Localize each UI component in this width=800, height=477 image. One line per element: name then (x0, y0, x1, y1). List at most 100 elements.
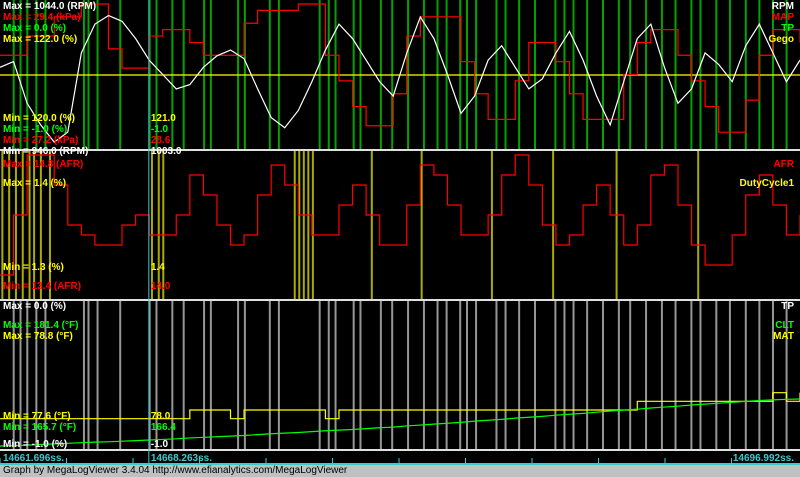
dutycycle-spike (697, 151, 700, 299)
tp-spike-panel-3 (617, 301, 620, 449)
dutycycle-spike (298, 151, 301, 299)
dutycycle-spike (14, 151, 17, 299)
time-label-cursor: 14668.263ss. (150, 453, 213, 464)
tp-spike-panel-3 (758, 301, 761, 449)
cursor-value-tp-p3: -1.0 (150, 439, 169, 450)
tp-spike-panel-3 (87, 301, 90, 449)
max-label-afr: Max = 14.8 (AFR) (3, 159, 84, 170)
max-label-rpm: Max = 1044.0 (RPM) (3, 1, 97, 12)
tp-spike-panel-3 (436, 301, 439, 449)
dutycycle-spike (162, 151, 165, 299)
dutycycle-spike (33, 151, 36, 299)
cursor-value-mat: 78.0 (150, 411, 171, 422)
tp-spike-panel-3 (586, 301, 589, 449)
tp-spike-panel-3 (629, 301, 632, 449)
footer-credit: Graph by MegaLogViewer 3.4.04 http://www… (0, 465, 800, 477)
tp-spike-panel-3 (533, 301, 536, 449)
tp-spike-panel-3 (82, 301, 85, 449)
dutycycle-spike (302, 151, 305, 299)
tp-spike-panel-3 (744, 301, 747, 449)
min-label-rpm: Min = 946.0 (RPM) (3, 146, 89, 157)
min-label-mat: Min = 77.6 (°F) (3, 411, 71, 422)
tp-spike-panel-3 (359, 301, 362, 449)
legend-dutycycle1: DutyCycle1 (739, 178, 794, 189)
tp-spike-panel-3 (495, 301, 498, 449)
tp-spike-panel-3 (237, 301, 240, 449)
tp-spike-panel-3 (459, 301, 462, 449)
tp-spike-panel-3 (771, 301, 774, 449)
cursor-value-afr: 14.0 (150, 281, 171, 292)
max-label-dutycycle1: Max = 1.4 (%) (3, 178, 67, 189)
max-label-tp: Max = 0.0 (%) (3, 23, 67, 34)
time-label-end: 14696.992ss. (732, 453, 794, 464)
tp-spike-panel-3 (699, 301, 702, 449)
tp-spike-panel-3 (209, 301, 212, 449)
tp-spike-panel-3 (572, 301, 575, 449)
tp-spike-panel-3 (660, 301, 663, 449)
max-label-mat-p3: Max = 78.8 (°F) (3, 331, 73, 342)
cursor-value-map: 28.6 (150, 135, 171, 146)
min-label-gego: Min = 120.0 (%) (3, 113, 75, 124)
tp-spike-panel-3 (504, 301, 507, 449)
dutycycle-spike (420, 151, 423, 299)
min-label-afr: Min = 13.4 (AFR) (3, 281, 82, 292)
min-label-dutycycle1: Min = 1.3 (%) (3, 262, 64, 273)
tp-spike-panel-3 (334, 301, 337, 449)
tp-spike-panel-3 (243, 301, 246, 449)
max-label-gego: Max = 122.0 (%) (3, 34, 78, 45)
tp-spike-panel-3 (352, 301, 355, 449)
dutycycle-spike (370, 151, 373, 299)
legend-tp-p3: TP (781, 301, 794, 312)
tp-spike-panel-3 (96, 301, 99, 449)
tp-spike-panel-3 (268, 301, 271, 449)
cursor-value-gego: 121.0 (150, 113, 176, 124)
tp-spike-panel-3 (601, 301, 604, 449)
tp-spike-panel-3 (182, 301, 185, 449)
tp-spike-panel-3 (563, 301, 566, 449)
dutycycle-spike (490, 151, 493, 299)
dutycycle-spike (157, 151, 160, 299)
tp-spike-panel-3 (379, 301, 382, 449)
min-label-tp: Min = -1.0 (%) (3, 124, 68, 135)
max-label-clt-p3: Max = 181.4 (°F) (3, 320, 79, 331)
legend-gego: Gego (768, 34, 794, 45)
tp-spike-panel-3 (715, 301, 718, 449)
dutycycle-spike (21, 151, 24, 299)
tp-spike-panel-3 (674, 301, 677, 449)
tp-spike-panel-3 (203, 301, 206, 449)
tp-spike-panel-3 (119, 301, 122, 449)
cursor-value-rpm: 1003.0 (150, 146, 182, 157)
legend-mat-p3: MAT (773, 331, 794, 342)
time-label-start: 14661.696ss. (3, 453, 65, 464)
cursor-value-tp: -1.0 (150, 124, 169, 135)
tp-spike-panel-3 (728, 301, 731, 449)
tp-spike-panel-3 (465, 301, 468, 449)
legend-map: MAP (771, 12, 794, 23)
legend-clt-p3: CLT (775, 320, 794, 331)
min-label-tp-p3: Min = -1.0 (%) (3, 439, 68, 450)
tp-spike-panel-3 (518, 301, 521, 449)
legend-afr: AFR (773, 159, 794, 170)
dutycycle-spike (28, 151, 31, 299)
tp-spike-panel-3 (690, 301, 693, 449)
dutycycle-spike (307, 151, 310, 299)
log-graph[interactable] (0, 0, 800, 465)
dutycycle-spike (1, 151, 4, 299)
dutycycle-spike (150, 151, 153, 299)
max-label-map: Max = 29.4 (kPa) (3, 12, 81, 23)
afr-line (0, 154, 800, 276)
min-label-clt: Min = 165.7 (°F) (3, 422, 77, 433)
max-label-tp-p3: Max = 0.0 (%) (3, 301, 67, 312)
tp-spike-panel-3 (475, 301, 478, 449)
tp-spike-panel-3 (645, 301, 648, 449)
dutycycle-spike (48, 151, 51, 299)
tp-spike-panel-3 (318, 301, 321, 449)
tp-spike-panel-3 (407, 301, 410, 449)
tp-spike-panel-3 (422, 301, 425, 449)
dutycycle-spike (39, 151, 42, 299)
tp-spike-panel-3 (554, 301, 557, 449)
tp-spike-panel-3 (445, 301, 448, 449)
dutycycle-spike (615, 151, 618, 299)
cursor-value-clt: 166.4 (150, 422, 176, 433)
dutycycle-spike (8, 151, 11, 299)
